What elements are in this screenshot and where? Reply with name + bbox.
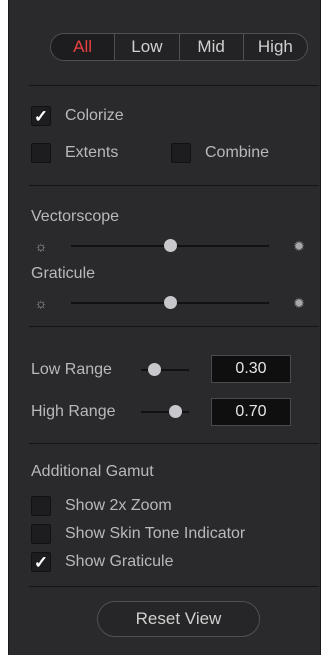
high-range-label: High Range: [31, 403, 116, 420]
combine-label: Combine: [205, 144, 270, 161]
vectorscope-label: Vectorscope: [31, 208, 120, 225]
tab-high[interactable]: High: [242, 34, 307, 60]
low-range-label: Low Range: [31, 361, 112, 378]
high-range-input[interactable]: 0.70: [211, 398, 291, 426]
show-skin-tone-checkbox[interactable]: [31, 524, 51, 544]
divider: [29, 85, 319, 86]
graticule-label: Graticule: [31, 265, 96, 282]
show-graticule-label: Show Graticule: [65, 553, 174, 570]
show-skin-tone-option: Show Skin Tone Indicator: [31, 524, 245, 544]
additional-gamut-heading: Additional Gamut: [31, 463, 154, 480]
show-2x-zoom-label: Show 2x Zoom: [65, 497, 172, 514]
graticule-slider-thumb[interactable]: [164, 296, 177, 309]
extents-label: Extents: [65, 144, 119, 161]
tab-mid[interactable]: Mid: [178, 34, 243, 60]
show-2x-zoom-option: Show 2x Zoom: [31, 496, 172, 516]
tab-all[interactable]: All: [51, 34, 115, 60]
show-2x-zoom-checkbox[interactable]: [31, 496, 51, 516]
show-graticule-checkbox[interactable]: ✓: [31, 552, 51, 572]
checkmark-icon: ✓: [33, 106, 49, 126]
extents-option: Extents: [31, 143, 118, 163]
tab-low[interactable]: Low: [114, 34, 178, 60]
colorize-checkbox[interactable]: ✓: [31, 106, 51, 126]
range-segmented-control: All Low Mid High: [50, 33, 308, 61]
combine-checkbox[interactable]: [171, 143, 191, 163]
extents-checkbox[interactable]: [31, 143, 51, 163]
high-range-slider-thumb[interactable]: [169, 405, 182, 418]
colorize-option: ✓ Colorize: [31, 106, 124, 126]
vectorscope-slider-thumb[interactable]: [164, 239, 177, 252]
sun-filled-icon: ✹: [293, 238, 305, 254]
sun-outline-icon: ☼: [34, 238, 48, 254]
divider: [29, 326, 319, 327]
sun-filled-icon: ✹: [293, 295, 305, 311]
scope-settings-panel: All Low Mid High ✓ Colorize Extents Comb…: [8, 0, 321, 655]
divider: [29, 185, 319, 186]
low-range-input[interactable]: 0.30: [211, 355, 291, 383]
divider: [29, 586, 319, 587]
divider: [29, 443, 319, 444]
show-graticule-option: ✓ Show Graticule: [31, 552, 174, 572]
colorize-label: Colorize: [65, 107, 124, 124]
low-range-slider-thumb[interactable]: [148, 363, 161, 376]
reset-view-button[interactable]: Reset View: [97, 601, 260, 637]
checkmark-icon: ✓: [33, 552, 49, 572]
show-skin-tone-label: Show Skin Tone Indicator: [65, 525, 246, 542]
sun-outline-icon: ☼: [34, 295, 48, 311]
combine-option: Combine: [171, 143, 269, 163]
